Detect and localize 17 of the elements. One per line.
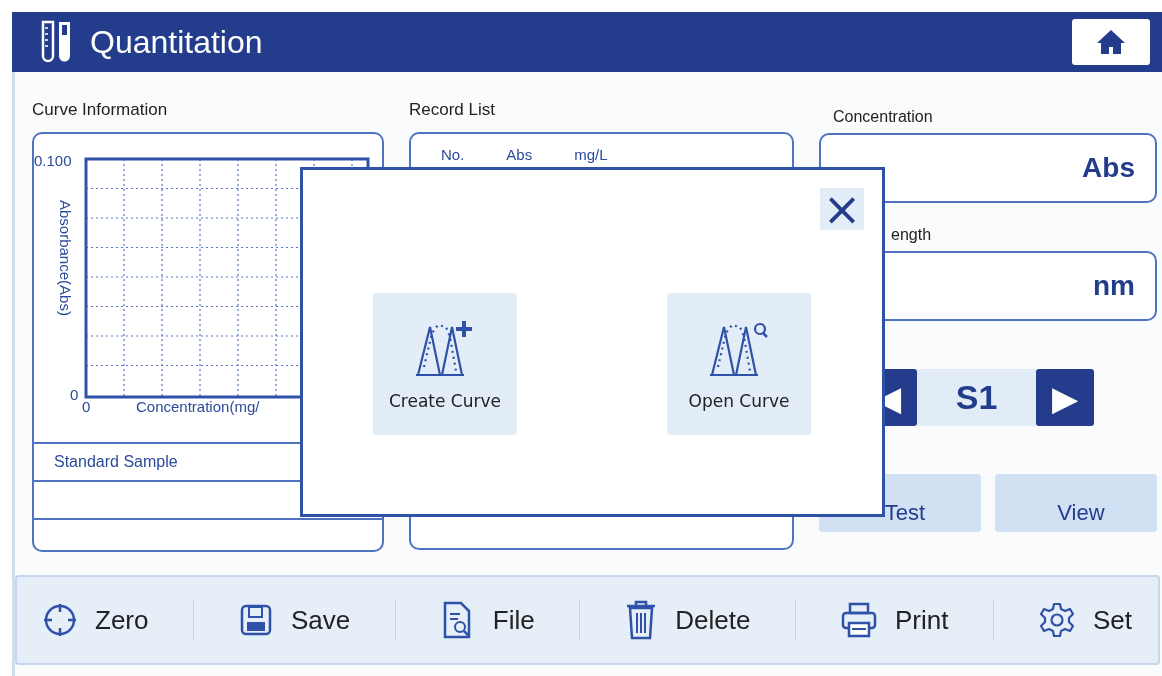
field-label: ength — [890, 226, 933, 245]
window-title: Quantitation — [90, 23, 263, 61]
table-header: Standard Sample — [53, 453, 178, 471]
field-label: Concentration — [832, 108, 934, 127]
tick-label: 0 — [70, 386, 79, 403]
column-header: Abs — [506, 146, 533, 163]
column-header: mg/L — [574, 146, 608, 163]
unit-label: Abs — [1082, 152, 1135, 184]
axis-label: Concentration(mg/ — [136, 398, 260, 415]
section-label: Curve Information — [32, 100, 169, 120]
unit-label: nm — [1093, 270, 1135, 302]
tick-label: 0.100 — [34, 152, 72, 169]
tick-label: 0 — [82, 398, 91, 415]
sample-value: S1 — [917, 369, 1036, 426]
section-label: Record List — [409, 100, 496, 120]
axis-label: Absorbance(Abs) — [57, 200, 74, 316]
column-header: No. — [441, 146, 465, 163]
